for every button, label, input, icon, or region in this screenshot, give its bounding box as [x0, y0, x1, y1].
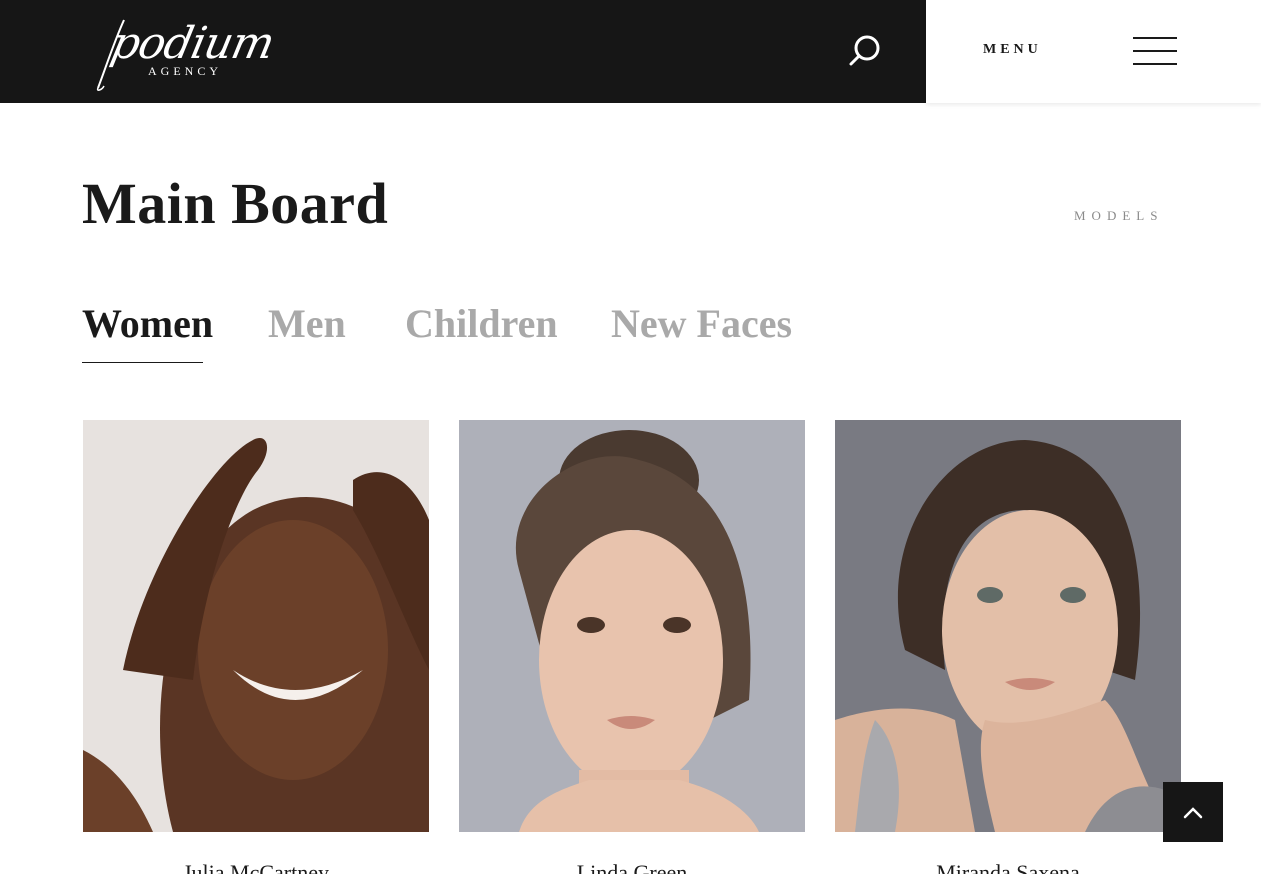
menu-label[interactable]: MENU — [983, 42, 1042, 58]
logo-wordmark: podium — [106, 18, 279, 69]
logo-subtitle: AGENCY — [148, 64, 222, 78]
tab-women[interactable]: Women — [82, 300, 213, 347]
back-to-top-button[interactable] — [1163, 782, 1223, 842]
menu-panel — [926, 0, 1261, 103]
agency-logo[interactable]: podium AGENCY — [94, 12, 278, 92]
active-tab-underline — [82, 362, 203, 363]
model-card[interactable]: Miranda Saxena — [835, 420, 1181, 874]
search-button[interactable] — [846, 32, 884, 70]
tab-new-faces[interactable]: New Faces — [611, 300, 792, 347]
tab-children[interactable]: Children — [405, 300, 558, 347]
chevron-up-icon — [1183, 807, 1203, 819]
breadcrumb-models[interactable]: MODELS — [1074, 208, 1163, 224]
model-photo[interactable] — [83, 420, 429, 832]
search-icon — [849, 35, 880, 66]
model-photo[interactable] — [459, 420, 805, 832]
page-title: Main Board — [82, 171, 389, 236]
model-card[interactable]: Linda Green — [459, 420, 805, 874]
model-name[interactable]: Miranda Saxena — [835, 860, 1181, 874]
header-bar: podium AGENCY — [0, 0, 926, 103]
tab-men[interactable]: Men — [268, 300, 346, 347]
model-card[interactable]: Julia McCartney — [83, 420, 429, 874]
model-photo[interactable] — [835, 420, 1181, 832]
model-name[interactable]: Linda Green — [459, 860, 805, 874]
model-name[interactable]: Julia McCartney — [83, 860, 429, 874]
hamburger-menu-icon[interactable] — [1133, 37, 1177, 67]
